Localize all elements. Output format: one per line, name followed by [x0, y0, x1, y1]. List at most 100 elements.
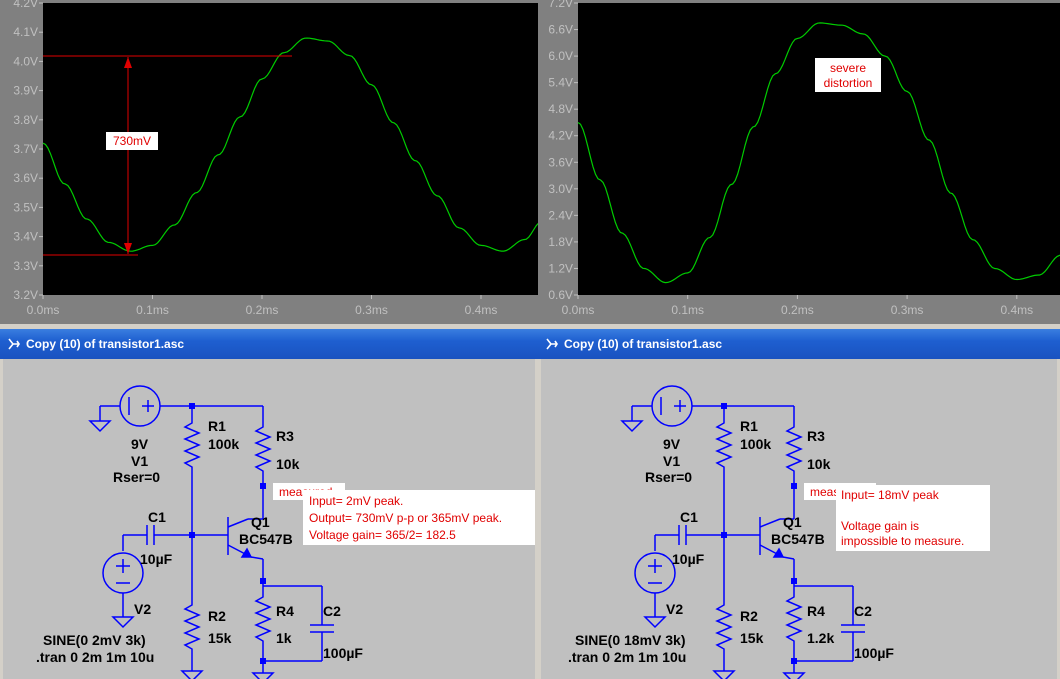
v1-rser: Rser=0 [645, 469, 692, 485]
y-tick-label: 3.6V [13, 171, 38, 185]
x-tick-label: 0.0ms [27, 303, 60, 317]
r2-value: 15k [740, 630, 764, 646]
v1-name: V1 [663, 453, 680, 469]
y-tick-label: 4.1V [13, 25, 38, 39]
c2-capacitor[interactable] [841, 624, 865, 633]
y-tick-label: 3.4V [13, 230, 38, 244]
y-tick-label: 3.6V [548, 155, 573, 169]
r4-name: R4 [807, 603, 825, 619]
r1-name: R1 [208, 418, 226, 434]
v1-value: 9V [131, 436, 149, 452]
v2-signal-source[interactable] [634, 552, 676, 594]
annotation-pp: 730mV [113, 134, 151, 148]
v2-signal-source[interactable] [102, 552, 144, 594]
q1-name: Q1 [251, 514, 270, 530]
r3-resistor[interactable] [254, 421, 272, 477]
c1-value: 10µF [140, 551, 173, 567]
y-tick-label: 1.2V [548, 261, 573, 275]
r2-resistor[interactable] [715, 599, 733, 655]
c1-capacitor[interactable] [678, 525, 687, 545]
y-tick-label: 3.9V [13, 84, 38, 98]
y-tick-label: 6.6V [548, 23, 573, 37]
x-tick-label: 0.4ms [465, 303, 498, 317]
r1-value: 100k [740, 436, 771, 452]
y-tick-label: 5.4V [548, 76, 573, 90]
r1-resistor[interactable] [183, 419, 201, 472]
y-tick-label: 4.2V [548, 129, 573, 143]
c1-name: C1 [680, 509, 698, 525]
schematic-window-right[interactable]: Copy (10) of transistor1.asc 9V V1 Rser=… [538, 324, 1060, 679]
note-line-4: impossible to measure. [841, 534, 964, 548]
schematic-canvas[interactable]: 9V V1 Rser=0 R1 100k R3 10k measured C1 … [541, 359, 1057, 679]
waveform-plot-right[interactable]: 7.2V 6.6V 6.0V 5.4V 4.8V 4.2V 3.6V 3.0V 2.4V 1.8V… [540, 0, 1060, 324]
y-tick-label: 1.8V [548, 235, 573, 249]
r2-name: R2 [740, 608, 758, 624]
schematic-icon [8, 338, 20, 350]
window-titlebar[interactable]: Copy (10) of transistor1.asc [0, 329, 538, 359]
r4-value: 1.2k [807, 630, 834, 646]
tran-directive: .tran 0 2m 1m 10u [568, 649, 686, 665]
c2-capacitor[interactable] [310, 624, 334, 633]
note-line-2: Output= 730mV p-p or 365mV peak. [309, 511, 502, 525]
c1-capacitor[interactable] [146, 525, 155, 545]
note-line-1: Input= 2mV peak. [309, 494, 403, 508]
x-tick-label: 0.0ms [562, 303, 595, 317]
q1-model: BC547B [771, 531, 825, 547]
r1-value: 100k [208, 436, 239, 452]
x-tick-label: 0.3ms [355, 303, 388, 317]
waveform-pane-left[interactable]: 4.2V 4.1V 4.0V 3.9V 3.8V 3.7V 3.6V 3.5V 3.4V 3.3V… [0, 0, 538, 324]
sine-directive: SINE(0 2mV 3k) [43, 632, 146, 648]
tran-directive: .tran 0 2m 1m 10u [36, 649, 154, 665]
x-tick-label: 0.4ms [1000, 303, 1033, 317]
v1-voltage-source[interactable] [651, 385, 693, 427]
c1-value: 10µF [672, 551, 705, 567]
r4-resistor[interactable] [254, 591, 272, 647]
waveform-plot-left[interactable]: 4.2V 4.1V 4.0V 3.9V 3.8V 3.7V 3.6V 3.5V 3.4V 3.3V… [0, 0, 538, 324]
schematic-canvas[interactable]: 9V V1 Rser=0 R1 100k R3 10k measured C1 … [3, 359, 535, 679]
x-tick-label: 0.2ms [781, 303, 814, 317]
schematic-drawing[interactable]: 9V V1 Rser=0 R1 100k R3 10k measured C1 … [3, 359, 535, 679]
y-tick-label: 4.2V [13, 0, 38, 10]
y-tick-label: 3.0V [548, 182, 573, 196]
c2-name: C2 [323, 603, 341, 619]
r1-name: R1 [740, 418, 758, 434]
schematic-window-left[interactable]: Copy (10) of transistor1.asc 9V V1 Rser=… [0, 324, 538, 679]
note-line-1: Input= 18mV peak [841, 488, 940, 502]
y-tick-label: 3.3V [13, 259, 38, 273]
c2-value: 100µF [323, 645, 363, 661]
plot-area [578, 3, 1060, 295]
v2-name: V2 [134, 601, 151, 617]
r4-resistor[interactable] [785, 591, 803, 647]
x-tick-label: 0.2ms [246, 303, 279, 317]
note-line-3: Voltage gain is [841, 519, 919, 533]
window-title: Copy (10) of transistor1.asc [564, 337, 723, 351]
window-titlebar[interactable]: Copy (10) of transistor1.asc [538, 329, 1060, 359]
sine-directive: SINE(0 18mV 3k) [575, 632, 686, 648]
r1-resistor[interactable] [715, 419, 733, 472]
annotation-distortion: distortion [824, 76, 873, 90]
y-tick-label: 0.6V [548, 288, 573, 302]
v1-value: 9V [663, 436, 681, 452]
waveform-pane-right[interactable]: 7.2V 6.6V 6.0V 5.4V 4.8V 4.2V 3.6V 3.0V 2.4V 1.8V… [540, 0, 1060, 324]
v1-name: V1 [131, 453, 148, 469]
r4-value: 1k [276, 630, 292, 646]
annotation-severe: severe [830, 61, 866, 75]
q1-name: Q1 [783, 514, 802, 530]
c2-value: 100µF [854, 645, 894, 661]
c2-name: C2 [854, 603, 872, 619]
r3-value: 10k [276, 456, 300, 472]
y-tick-label: 4.0V [13, 54, 38, 68]
y-tick-label: 3.8V [13, 113, 38, 127]
y-tick-label: 3.7V [13, 142, 38, 156]
x-tick-label: 0.3ms [891, 303, 924, 317]
v2-name: V2 [666, 601, 683, 617]
r2-resistor[interactable] [183, 599, 201, 655]
r3-value: 10k [807, 456, 831, 472]
y-tick-label: 6.0V [548, 49, 573, 63]
r3-resistor[interactable] [785, 421, 803, 477]
y-tick-label: 2.4V [548, 208, 573, 222]
v1-voltage-source[interactable] [119, 385, 161, 427]
schematic-drawing[interactable]: 9V V1 Rser=0 R1 100k R3 10k measured C1 … [541, 359, 1057, 679]
r2-name: R2 [208, 608, 226, 624]
c1-name: C1 [148, 509, 166, 525]
